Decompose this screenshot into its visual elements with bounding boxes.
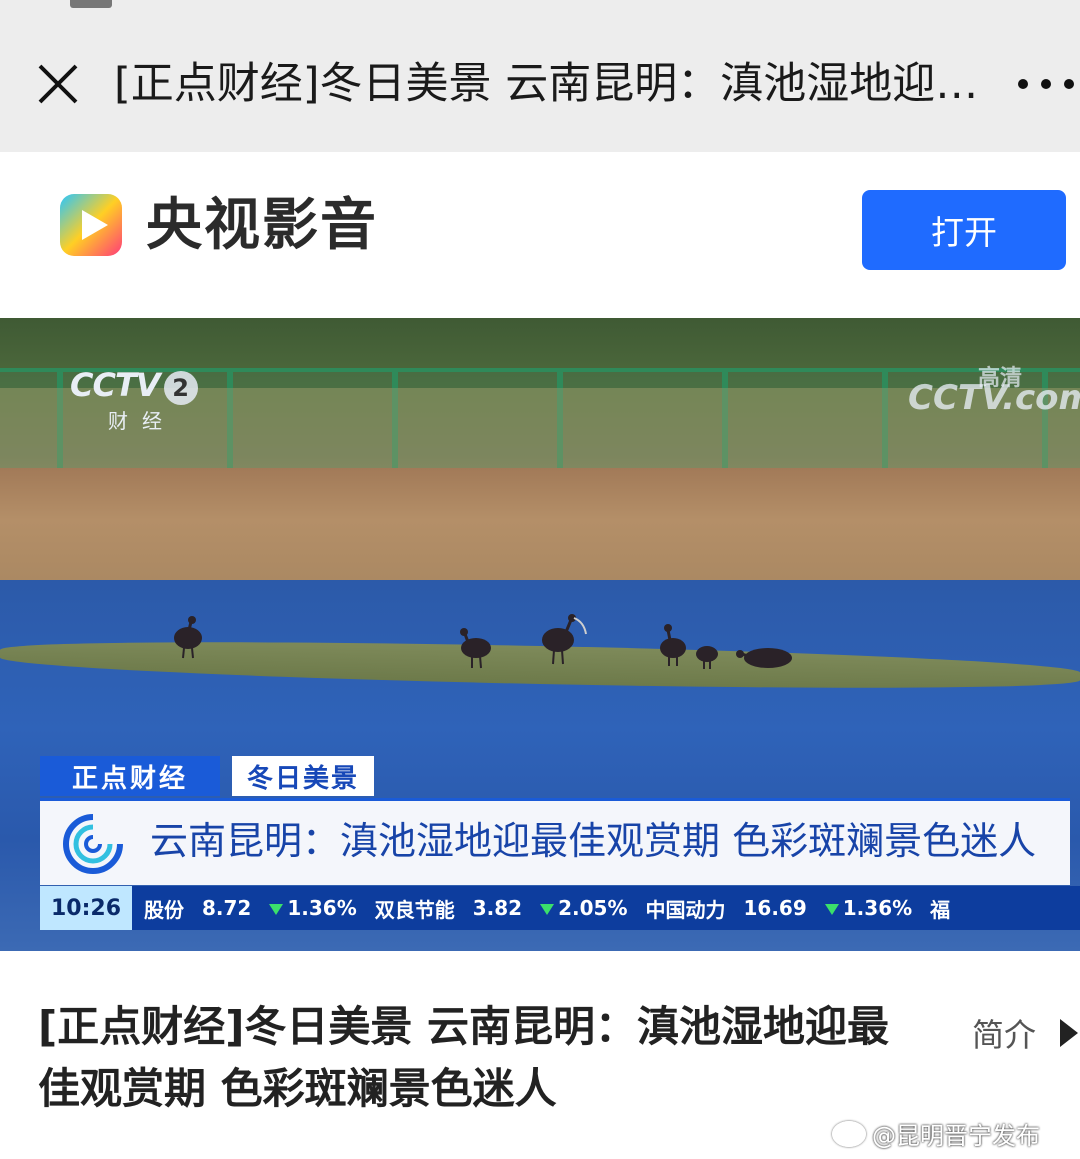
close-icon — [38, 64, 78, 104]
weibo-icon — [832, 1120, 866, 1147]
ticker-stock-change: 2.05% — [540, 896, 628, 920]
ibis-bird — [542, 614, 587, 665]
cctv-video-app-logo — [60, 194, 122, 256]
page-title: [正点财经]冬日美景 云南昆明：滇池湿地迎最佳观赏期 色彩斑斓景色迷人 — [114, 59, 1004, 109]
ticker-stock-price: 8.72 — [202, 896, 252, 920]
status-hd-icon — [70, 0, 112, 8]
ticker-stock-name: 中国动力 — [645, 897, 726, 922]
top-nav-bar: [正点财经]冬日美景 云南昆明：滇池湿地迎最佳观赏期 色彩斑斓景色迷人 — [0, 0, 1080, 152]
more-button[interactable] — [1018, 60, 1074, 108]
headline-bar: 云南昆明：滇池湿地迎最佳观赏期 色彩斑斓景色迷人 — [40, 798, 1070, 885]
intro-button[interactable]: 简介 — [972, 1010, 1079, 1056]
ticker-stock-name: 股份 — [144, 897, 184, 922]
play-arrow-icon — [1060, 1019, 1079, 1047]
ibis-bird — [174, 616, 202, 659]
ibis-bird — [660, 624, 686, 666]
video-player[interactable]: CCTV 2 财经 CCTV.com 高清 正点财经 冬日美景 云南昆明：滇池湿地… — [0, 318, 1080, 951]
ticker-stock-name: 双良节能 — [374, 897, 455, 922]
stock-ticker: 10:26 股份 8.72 1.36% 双良节能 3.82 2.05% 中国动力… — [40, 886, 1080, 930]
down-arrow-icon — [824, 904, 839, 915]
ibis-bird — [460, 628, 491, 669]
ticker-stock-change: 1.36% — [824, 896, 912, 920]
ticker-time: 10:26 — [40, 886, 132, 930]
ticker-stock-price: 16.69 — [743, 896, 807, 920]
down-arrow-icon — [269, 904, 284, 915]
ticker-stock-name: 福 — [930, 897, 951, 922]
intro-label: 简介 — [972, 1016, 1037, 1054]
video-title: [正点财经]冬日美景 云南昆明：滇池湿地迎最佳观赏期 色彩斑斓景色迷人 — [38, 1002, 890, 1113]
program-tab: 正点财经 — [40, 756, 220, 796]
app-banner: 央视影音 打开 — [0, 152, 1080, 318]
ibis-bird — [696, 646, 718, 669]
ticker-items: 股份 8.72 1.36% 双良节能 3.82 2.05% 中国动力 16.69… — [144, 886, 968, 930]
video-headline: 云南昆明：滇池湿地迎最佳观赏期 色彩斑斓景色迷人 — [150, 819, 1037, 863]
weibo-watermark: @昆明晋宁发布 — [832, 1116, 1040, 1151]
riverbank — [0, 468, 1080, 598]
cctv2-channel-logo: CCTV 2 财经 — [70, 366, 198, 434]
ticker-stock-price: 3.82 — [472, 896, 523, 920]
cctv-finance-spiral-icon — [63, 814, 123, 874]
ticker-stock-change: 1.36% — [269, 896, 357, 920]
close-button[interactable] — [34, 60, 82, 108]
ibis-bird — [736, 648, 792, 668]
down-arrow-icon — [540, 904, 555, 915]
app-name: 央视影音 — [146, 193, 378, 258]
cctv-hd-logo: CCTV.com 高清 — [908, 366, 1080, 418]
segment-tab: 冬日美景 — [232, 756, 374, 796]
open-app-button[interactable]: 打开 — [862, 190, 1066, 270]
more-icon — [1018, 79, 1028, 89]
